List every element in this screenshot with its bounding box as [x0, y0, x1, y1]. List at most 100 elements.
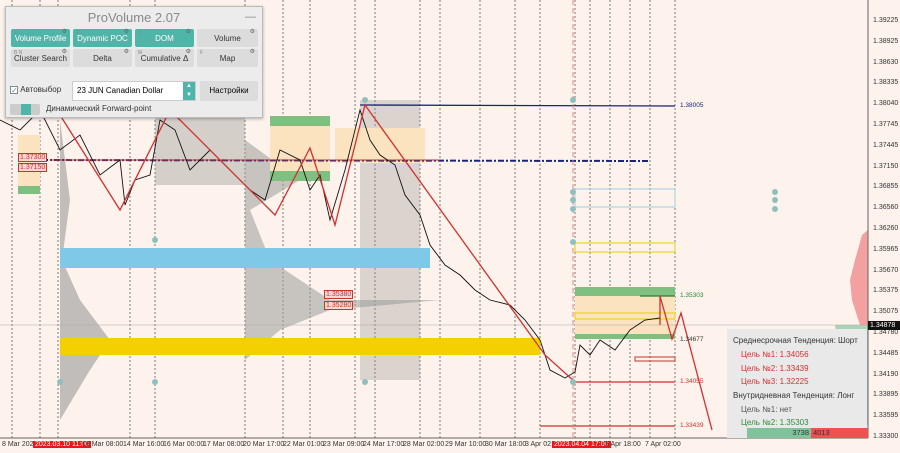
zone-green-forecast [575, 287, 675, 296]
zone-green-top [270, 116, 330, 126]
price-tick: 1.36260 [873, 225, 899, 232]
instrument-select[interactable]: 23 JUN Canadian Dollar ▲ ▼ [72, 81, 196, 101]
price-tick: 1.35075 [873, 308, 899, 316]
box-label-3: 1.35380 [324, 290, 354, 299]
level-label-4: 1.34055 [680, 378, 704, 385]
price-tick: 1.33595 [873, 412, 899, 420]
hotkey-label: M [138, 50, 143, 56]
price-tick: 1.39225 [873, 17, 899, 24]
level-label-2: 1.35303 [680, 292, 704, 299]
button-label: Delta [93, 54, 112, 63]
panel-button-delta[interactable]: ⚙ Delta [73, 49, 132, 67]
anchor-dot [772, 206, 778, 212]
box-label-4: 1.35280 [324, 301, 354, 310]
time-tick: 28 Mar 02:00 [403, 441, 445, 448]
price-tick: 1.38925 [873, 37, 899, 45]
time-tick: 14 Mar 16:00 [123, 441, 165, 448]
forward-point-toggle[interactable] [10, 104, 40, 115]
anchor-dot [152, 237, 158, 243]
hotkey-label: V [14, 30, 18, 36]
anchor-dot [362, 97, 368, 103]
button-label: Cumulative Δ [140, 54, 189, 63]
anchor-dot [570, 379, 576, 385]
gear-icon[interactable]: ⚙ [124, 42, 129, 62]
time-tick: 2023.04.04 17:00 [552, 441, 611, 448]
anchor-dot [570, 97, 576, 103]
panel-button-cumulative-[interactable]: M ⚙ Cumulative Δ [135, 49, 194, 67]
price-tick: 1.35670 [873, 266, 899, 274]
settings-button[interactable]: Настройки [200, 81, 258, 101]
hotkey-label: P [76, 30, 80, 36]
time-tick: 13 Mar 08:00 [82, 441, 124, 448]
intraday-target-1: Цель №1: нет [741, 405, 792, 414]
gear-icon[interactable]: ⚙ [186, 22, 191, 42]
panel-button-cluster-search[interactable]: B N ⚙ Cluster Search [11, 49, 70, 67]
price-tick: 1.36560 [873, 204, 899, 212]
intraday-target-2: Цель №2: 1.35303 [741, 418, 809, 427]
time-tick: 24 Mar 17:00 [363, 441, 405, 448]
mid-trend: Среднесрочная Тенденция: Шорт [733, 336, 858, 345]
time-tick: 5 Apr 18:00 [605, 441, 641, 448]
price-tick: 1.36855 [873, 183, 899, 191]
button-label: Map [219, 54, 236, 63]
anchor-dot [570, 197, 576, 203]
time-tick: 7 Apr 02:00 [645, 441, 681, 448]
checkmark-icon: ✓ [10, 85, 18, 95]
hotkey-label: D [138, 30, 142, 36]
time-tick: 22 Mar 01:00 [283, 441, 325, 448]
button-label: Dynamic POC [77, 34, 128, 43]
auto-select-label: Автовыбор [20, 85, 62, 94]
spinner-arrows-icon[interactable]: ▲ ▼ [183, 82, 195, 100]
price-tick: 1.38335 [873, 79, 899, 87]
button-label: Volume [214, 34, 241, 43]
gear-icon[interactable]: ⚙ [62, 22, 67, 42]
time-tick: 23 Mar 09:00 [323, 441, 365, 448]
anchor-dot [57, 379, 63, 385]
trend-info-panel: Среднесрочная Тенденция: Шорт Цель №1: 1… [727, 329, 867, 438]
price-tick: 1.38630 [873, 58, 899, 66]
price-tick: 1.34780 [873, 329, 899, 336]
sell-volume: 4013 [811, 428, 868, 438]
mid-target-1: Цель №1: 1.34056 [741, 350, 809, 359]
gear-icon[interactable]: ⚙ [250, 42, 255, 62]
buy-volume: 3738 [747, 428, 811, 438]
mid-target-3: Цель №3: 1.32225 [741, 377, 809, 386]
auto-select-checkbox[interactable]: ✓ Автовыбор [10, 85, 61, 94]
price-tick: 1.37445 [873, 141, 899, 149]
instrument-value: 23 JUN Canadian Dollar [77, 86, 164, 95]
panel-button-map[interactable]: F ⚙ Map [197, 49, 258, 67]
button-label: Volume Profile [14, 34, 67, 43]
price-tick: 1.34485 [873, 349, 899, 357]
level-label-5: 1.33439 [680, 422, 704, 429]
zone-yellow [60, 338, 540, 355]
time-tick: 3 Apr 02: [525, 441, 554, 448]
hotkey-label: F [200, 50, 204, 56]
gear-icon[interactable]: ⚙ [124, 22, 129, 42]
price-tick: 1.33895 [873, 391, 899, 399]
price-tick: 1.35375 [873, 287, 899, 295]
time-tick: 17 Mar 08:00 [203, 441, 245, 448]
zone-green-left [18, 186, 40, 194]
time-tick: 16 Mar 00:00 [163, 441, 205, 448]
price-tick: 1.35965 [873, 245, 899, 253]
anchor-dot [570, 189, 576, 195]
box-label-2: 1.37150 [18, 163, 48, 172]
price-tick: 1.38040 [873, 100, 899, 108]
zone-blue [60, 248, 430, 268]
gear-icon[interactable]: ⚙ [186, 42, 191, 62]
current-price-label: 1.34878 [868, 321, 900, 330]
anchor-dot [772, 189, 778, 195]
time-tick: 29 Mar 10:00 [445, 441, 487, 448]
hotkey-label: B N [14, 50, 23, 56]
gear-icon[interactable]: ⚙ [62, 42, 67, 62]
price-tick: 1.33300 [873, 433, 899, 440]
box-label-1: 1.37300 [18, 153, 48, 162]
panel-title: ProVolume 2.07 [87, 10, 181, 25]
time-tick: 30 Mar 18:00 [485, 441, 527, 448]
time-tick: 20 Mar 17:00 [243, 441, 285, 448]
price-tick: 1.34190 [873, 370, 899, 378]
gear-icon[interactable]: ⚙ [250, 22, 255, 42]
provolume-panel: ProVolume 2.07 — V ⚙ Volume Profile P ⚙ Dynam… [5, 6, 263, 118]
price-tick: 1.37150 [873, 162, 899, 170]
anchor-dot [570, 239, 576, 245]
